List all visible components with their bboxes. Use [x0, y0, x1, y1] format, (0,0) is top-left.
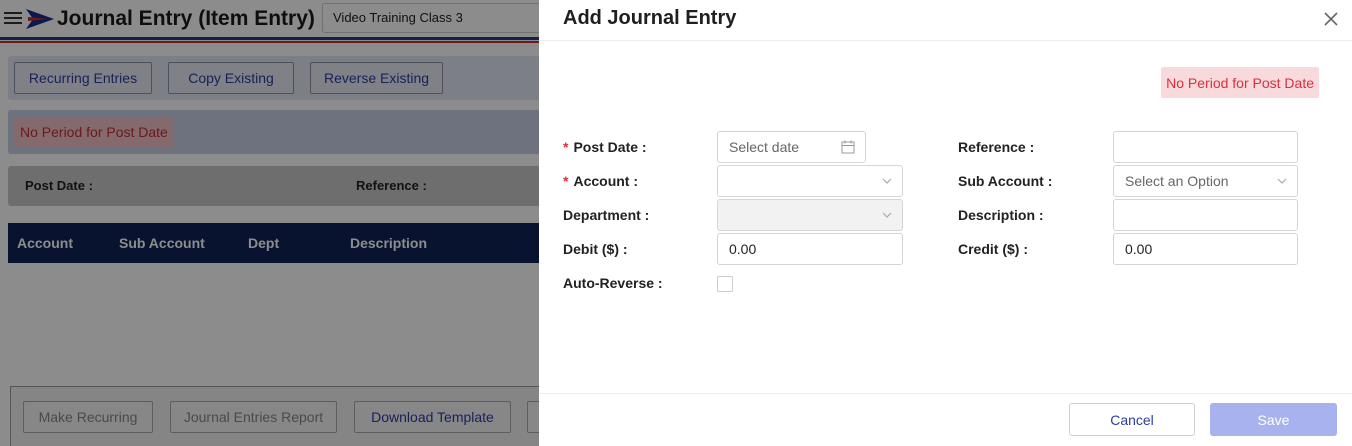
- close-icon[interactable]: [1320, 8, 1342, 30]
- reference-input[interactable]: [1113, 131, 1298, 163]
- drawer-header: Add Journal Entry: [539, 0, 1352, 41]
- account-select[interactable]: [717, 165, 903, 197]
- chevron-down-icon: [882, 212, 892, 218]
- save-button[interactable]: Save: [1210, 403, 1337, 436]
- post-date-label: * Post Date :: [563, 139, 647, 155]
- credit-input[interactable]: 0.00: [1113, 233, 1298, 265]
- sub-account-label: Sub Account :: [958, 173, 1053, 189]
- sub-account-placeholder: Select an Option: [1125, 173, 1229, 189]
- debit-label: Debit ($) :: [563, 241, 628, 257]
- post-date-picker[interactable]: Select date: [717, 131, 866, 163]
- cancel-button[interactable]: Cancel: [1069, 403, 1195, 436]
- drawer-title: Add Journal Entry: [563, 7, 737, 29]
- auto-reverse-label: Auto-Reverse :: [563, 275, 663, 291]
- chevron-down-icon: [1277, 178, 1287, 184]
- sub-account-select[interactable]: Select an Option: [1113, 165, 1298, 197]
- add-journal-entry-drawer: Add Journal Entry No Period for Post Dat…: [539, 0, 1352, 446]
- debit-input[interactable]: 0.00: [717, 233, 903, 265]
- reference-label: Reference :: [958, 139, 1035, 155]
- account-label: * Account :: [563, 173, 639, 189]
- description-input[interactable]: [1113, 199, 1298, 231]
- auto-reverse-checkbox[interactable]: [717, 276, 733, 292]
- department-label: Department :: [563, 207, 650, 223]
- credit-label: Credit ($) :: [958, 241, 1029, 257]
- post-date-placeholder: Select date: [729, 139, 800, 155]
- period-alert-badge: No Period for Post Date: [1161, 67, 1319, 98]
- calendar-icon[interactable]: [841, 140, 855, 154]
- chevron-down-icon: [882, 178, 892, 184]
- department-select[interactable]: [717, 199, 903, 231]
- description-label: Description :: [958, 207, 1044, 223]
